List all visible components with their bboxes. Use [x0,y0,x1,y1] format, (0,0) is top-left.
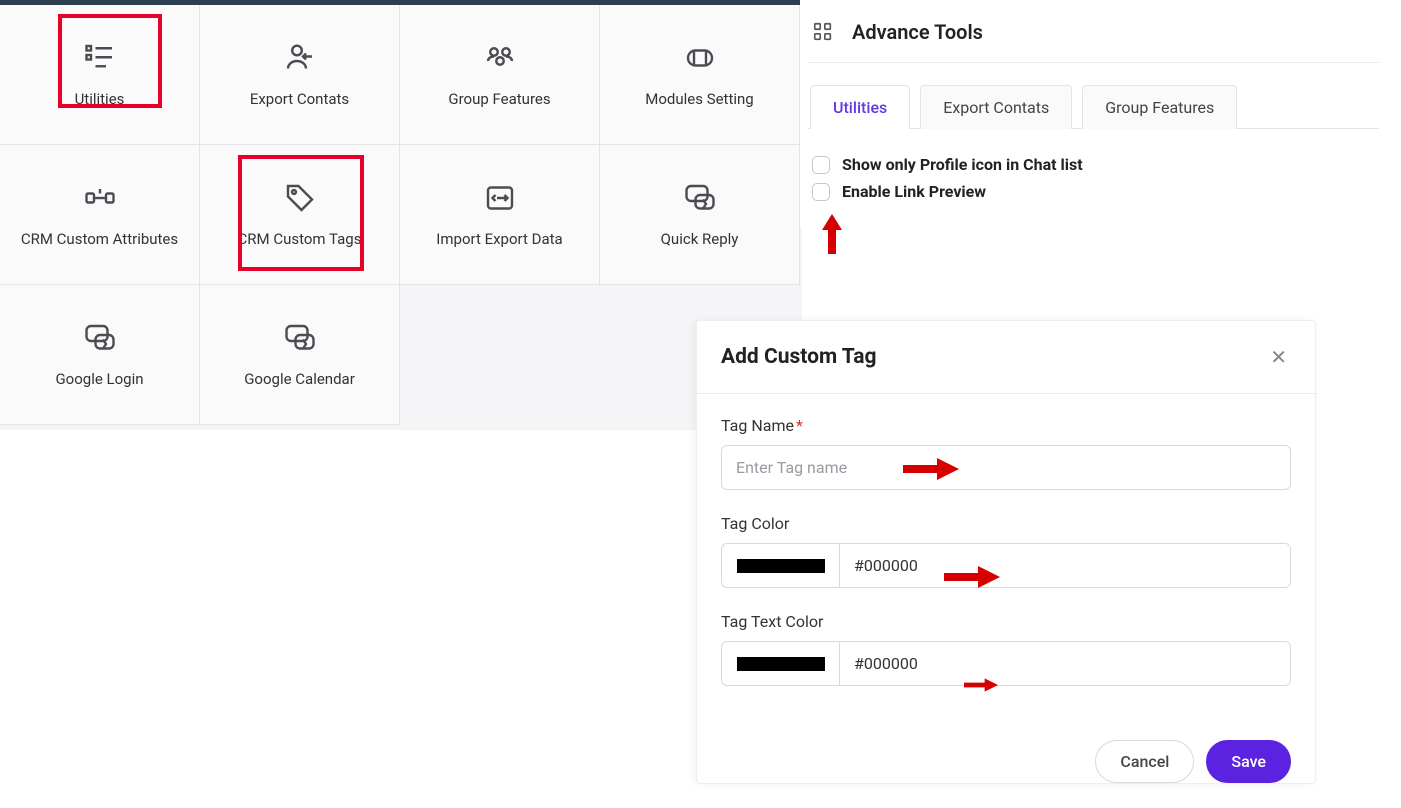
grid-label: Export Contats [250,90,349,110]
tab-export-contacts[interactable]: Export Contats [920,85,1072,129]
annotation-arrow-tag-color [944,566,1000,588]
advance-tools-header: Advance Tools [808,14,1379,63]
add-custom-tag-modal: Add Custom Tag ✕ Tag Name* Tag Color Tag… [696,320,1316,784]
cancel-button[interactable]: Cancel [1095,740,1194,783]
tag-text-color-input[interactable] [840,642,1290,685]
close-button[interactable]: ✕ [1266,341,1291,373]
quick-reply-icon [282,320,318,356]
grid-crm-tags[interactable]: CRM Custom Tags [200,145,400,285]
modal-header: Add Custom Tag ✕ [697,321,1315,394]
tag-color-label: Tag Color [721,514,1291,533]
grid-label: Group Features [448,90,550,110]
grid-label: Utilities [75,90,125,110]
grid-quick-reply[interactable]: Quick Reply [600,145,800,285]
modules-icon [682,40,718,76]
grid-label: CRM Custom Attributes [21,230,178,250]
tag-color-input[interactable] [840,544,1290,587]
tab-content: Show only Profile icon in Chat list Enab… [808,128,1379,227]
modal-footer: Cancel Save [697,718,1315,783]
people-icon [482,40,518,76]
import-export-icon [482,180,518,216]
grid-google-calendar[interactable]: Google Calendar [200,285,400,425]
grid-import-export[interactable]: Import Export Data [400,145,600,285]
check-label: Show only Profile icon in Chat list [842,155,1083,174]
grid-label: Quick Reply [661,230,739,250]
tag-name-input[interactable] [721,445,1291,490]
tag-color-row [721,543,1291,588]
tab-group-features[interactable]: Group Features [1082,85,1237,129]
grid-label: Import Export Data [436,230,562,250]
settings-grid-panel: Utilities Export Contats Group Features [0,0,800,428]
person-arrow-icon [282,40,318,76]
grid-google-login[interactable]: Google Login [0,285,200,425]
checkbox-link-preview[interactable] [812,183,830,201]
modal-body: Tag Name* Tag Color Tag Text Color [697,394,1315,718]
tag-color-swatch[interactable] [722,544,840,587]
grid-label: Google Calendar [244,370,355,390]
modal-title: Add Custom Tag [721,345,877,369]
field-tag-name: Tag Name* [721,416,1291,490]
field-tag-color: Tag Color [721,514,1291,588]
tag-text-color-label: Tag Text Color [721,612,1291,631]
grid-label: Google Login [55,370,143,390]
tab-utilities[interactable]: Utilities [810,85,910,129]
quick-reply-icon [682,180,718,216]
annotation-arrow-up [820,214,844,254]
annotation-arrow-tag-text-color [964,678,998,692]
checkbox-profile-icon[interactable] [812,156,830,174]
required-asterisk: * [796,416,803,435]
grid-label: CRM Custom Tags [238,230,362,250]
close-icon: ✕ [1270,345,1287,369]
swatch-icon [737,657,825,671]
advance-tools-title: Advance Tools [852,20,983,44]
attributes-icon [82,180,118,216]
grid-empty [400,285,600,425]
tag-icon [282,180,318,216]
field-tag-text-color: Tag Text Color [721,612,1291,686]
settings-grid: Utilities Export Contats Group Features [0,5,800,425]
advance-tools-panel: Advance Tools Utilities Export Contats G… [800,0,1401,227]
grid-utilities[interactable]: Utilities [0,5,200,145]
grid-icon [812,21,834,43]
label-text: Tag Name [721,416,794,435]
grid-group-features[interactable]: Group Features [400,5,600,145]
grid-label: Modules Setting [645,90,753,110]
tag-text-color-swatch[interactable] [722,642,840,685]
list-icon [82,40,118,76]
grid-crm-attributes[interactable]: CRM Custom Attributes [0,145,200,285]
quick-reply-icon [82,320,118,356]
tag-name-label: Tag Name* [721,416,1291,435]
check-row-link-preview: Enable Link Preview [812,178,1375,205]
swatch-icon [737,559,825,573]
check-row-profile-icon: Show only Profile icon in Chat list [812,151,1375,178]
tabs: Utilities Export Contats Group Features [808,63,1379,129]
annotation-arrow-tag-name [903,458,959,480]
tag-text-color-row [721,641,1291,686]
grid-modules-setting[interactable]: Modules Setting [600,5,800,145]
check-label: Enable Link Preview [842,182,986,201]
grid-export-contacts[interactable]: Export Contats [200,5,400,145]
save-button[interactable]: Save [1206,740,1291,783]
